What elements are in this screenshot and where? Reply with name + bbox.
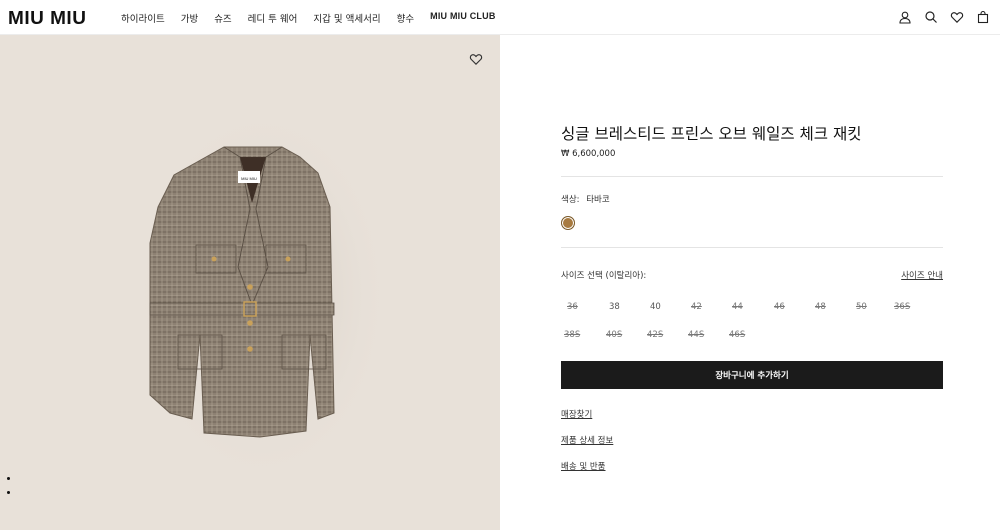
add-to-cart-button[interactable]: 장바구니에 추가하기	[561, 361, 943, 389]
color-swatch-tobacco[interactable]	[561, 216, 575, 230]
color-value: 타바코	[586, 195, 610, 205]
nav-item-miu-miu-club[interactable]: MIU MIU CLUB	[430, 11, 495, 25]
divider	[561, 176, 943, 177]
size-label: 사이즈 선택 (이탈리아):	[561, 271, 647, 281]
size-option[interactable]: 38S	[564, 330, 580, 340]
nav-item-ready-to-wear[interactable]: 레디 투 웨어	[248, 11, 298, 25]
color-label: 색상: 타바코	[561, 193, 610, 205]
store-locator-link[interactable]: 매장찾기	[561, 408, 592, 420]
size-option[interactable]: 44	[732, 302, 743, 312]
product-image-panel: MIU MIU	[0, 35, 500, 530]
bag-icon[interactable]	[976, 9, 990, 24]
size-option[interactable]: 46S	[729, 330, 745, 340]
divider	[561, 247, 943, 248]
nav-item-bags[interactable]: 가방	[181, 11, 198, 25]
size-option[interactable]: 38	[609, 302, 620, 312]
product-image: MIU MIU	[132, 105, 392, 485]
carousel-dot[interactable]	[7, 477, 10, 480]
favorite-heart-icon[interactable]	[469, 51, 483, 65]
product-details-link[interactable]: 제품 상세 정보	[561, 434, 613, 446]
shipping-returns-link[interactable]: 배송 및 반품	[561, 460, 606, 472]
heart-icon[interactable]	[950, 9, 964, 23]
product-price: ₩ 6,600,000	[561, 149, 616, 159]
size-option[interactable]: 42S	[647, 330, 663, 340]
nav-item-wallets-accessories[interactable]: 지갑 및 액세서리	[313, 11, 380, 25]
size-option[interactable]: 48	[815, 302, 826, 312]
size-option[interactable]: 36	[567, 302, 578, 312]
product-title: 싱글 브레스티드 프린스 오브 웨일즈 체크 재킷	[561, 125, 862, 143]
search-icon[interactable]	[924, 9, 938, 23]
nav-item-fragrance[interactable]: 향수	[397, 11, 414, 25]
header-icons	[898, 9, 990, 24]
user-icon[interactable]	[898, 9, 912, 24]
nav-item-shoes[interactable]: 슈즈	[214, 11, 231, 25]
color-label-text: 색상:	[561, 195, 580, 205]
carousel-dot[interactable]	[7, 491, 10, 494]
nav-item-highlights[interactable]: 하이라이트	[121, 11, 165, 25]
svg-text:MIU MIU: MIU MIU	[241, 176, 257, 181]
main-nav: 하이라이트 가방 슈즈 레디 투 웨어 지갑 및 액세서리 향수 MIU MIU…	[121, 11, 512, 25]
size-option[interactable]: 44S	[688, 330, 704, 340]
size-option[interactable]: 50	[856, 302, 867, 312]
size-guide-link[interactable]: 사이즈 안내	[901, 269, 943, 281]
size-option[interactable]: 40	[650, 302, 661, 312]
size-option[interactable]: 46	[774, 302, 785, 312]
size-option[interactable]: 40S	[606, 330, 622, 340]
brand-logo[interactable]: MIU MIU	[8, 9, 86, 30]
site-header: MIU MIU 하이라이트 가방 슈즈 레디 투 웨어 지갑 및 액세서리 향수…	[0, 0, 1000, 35]
size-option[interactable]: 36S	[894, 302, 910, 312]
size-option[interactable]: 42	[691, 302, 702, 312]
